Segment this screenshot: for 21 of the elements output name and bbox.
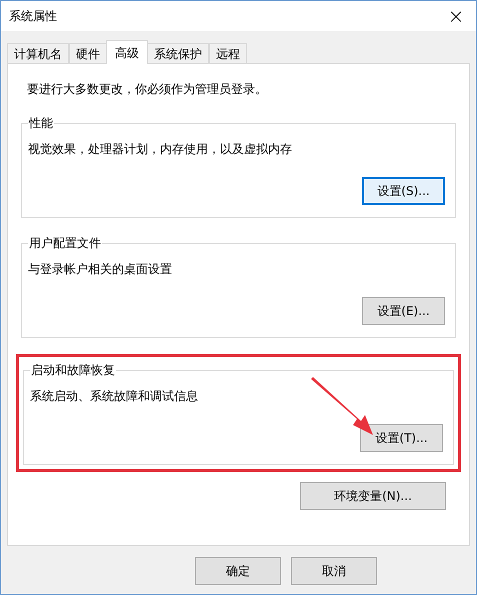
settings-button[interactable]: 设置(E)... <box>362 297 445 325</box>
group-description: 视觉效果，处理器计划，内存使用，以及虚拟内存 <box>28 141 293 158</box>
arrow-icon <box>309 377 375 437</box>
group-description: 与登录帐户相关的桌面设置 <box>28 261 173 278</box>
tab[interactable]: 高级 <box>106 40 148 64</box>
window-title: 系统属性 <box>9 8 57 25</box>
environment-variables-button[interactable]: 环境变量(N)... <box>300 482 446 510</box>
group-title: 性能 <box>28 115 54 132</box>
group-title: 启动和故障恢复 <box>30 362 116 379</box>
tab[interactable]: 计算机名 <box>7 43 69 63</box>
notice-text: 要进行大多数更改，你必须作为管理员登录。 <box>27 81 268 98</box>
dialog-button[interactable]: 确定 <box>195 557 281 585</box>
settings-button[interactable]: 设置(T)... <box>360 424 443 452</box>
group-description: 系统启动、系统故障和调试信息 <box>30 388 199 405</box>
dialog-button[interactable]: 取消 <box>291 557 377 585</box>
tab[interactable]: 远程 <box>209 43 247 63</box>
settings-button[interactable]: 设置(S)... <box>362 177 445 205</box>
tab[interactable]: 系统保护 <box>147 43 209 63</box>
group-title: 用户配置文件 <box>28 235 102 252</box>
tab[interactable]: 硬件 <box>69 43 107 63</box>
close-button[interactable]: × <box>442 4 470 28</box>
